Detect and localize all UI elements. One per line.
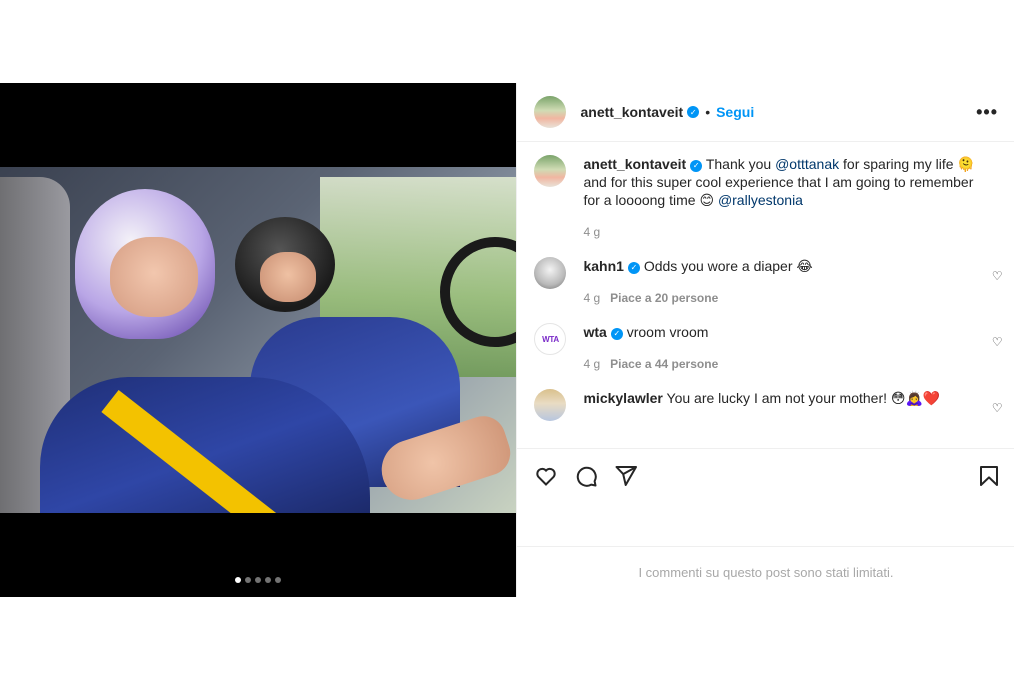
timestamp[interactable]: 4 g [583, 357, 600, 371]
share-icon[interactable] [613, 463, 639, 489]
comments-limited-notice: I commenti su questo post sono stati lim… [517, 546, 1014, 597]
comment-text: vroom vroom [626, 324, 709, 340]
timestamp[interactable]: 4 g [583, 291, 600, 305]
comment-likes[interactable]: Piace a 20 persone [610, 291, 718, 305]
avatar[interactable] [534, 257, 567, 289]
author-username[interactable]: anett_kontaveit [580, 104, 683, 120]
comments-list[interactable]: anett_kontaveit ✓ Thank you @otttanak for… [517, 142, 1014, 447]
carousel-dots [0, 577, 516, 583]
comment-item: mickylawler You are lucky I am not your … [517, 373, 1014, 421]
post-photo[interactable] [0, 167, 517, 513]
post-header: anett_kontaveit ✓ • Segui ••• [517, 83, 1014, 142]
heart-icon[interactable] [533, 463, 559, 489]
carousel-dot [245, 577, 252, 583]
bookmark-icon[interactable] [976, 463, 1002, 489]
comment-likes[interactable]: Piace a 44 persone [610, 357, 718, 371]
comment-username[interactable]: mickylawler [583, 390, 662, 406]
carousel-dot [275, 577, 282, 583]
caption: anett_kontaveit ✓ Thank you @otttanak for… [517, 142, 1014, 241]
avatar[interactable] [534, 389, 567, 421]
caption-username[interactable]: anett_kontaveit [583, 156, 686, 172]
comment-item: kahn1 ✓ Odds you wore a diaper 😂 4 g Piace… [517, 241, 1014, 307]
comment-icon[interactable] [573, 463, 599, 489]
verified-badge-icon: ✓ [610, 328, 623, 340]
avatar[interactable] [534, 96, 567, 128]
comment-username[interactable]: wta [583, 324, 606, 340]
post-media[interactable] [0, 83, 517, 597]
more-options-icon[interactable]: ••• [976, 102, 998, 123]
avatar[interactable] [534, 155, 567, 187]
driver-face [260, 252, 316, 302]
carousel-dot [265, 577, 272, 583]
verified-badge-icon: ✓ [690, 160, 703, 172]
comment-text: Odds you wore a diaper 😂 [643, 258, 813, 274]
carousel-dot [255, 577, 262, 583]
like-comment-heart-icon[interactable]: ♡ [992, 269, 1003, 283]
mention-link[interactable]: @otttanak [775, 156, 839, 172]
follow-button[interactable]: Segui [716, 104, 754, 120]
post-dialog: anett_kontaveit ✓ • Segui ••• anett_kont… [0, 83, 1014, 597]
mention-link[interactable]: @rallyestonia [718, 192, 803, 208]
comment-username[interactable]: kahn1 [583, 258, 623, 274]
post-sidebar: anett_kontaveit ✓ • Segui ••• anett_kont… [516, 83, 1014, 597]
wta-logo: WTA [542, 334, 559, 344]
avatar[interactable]: WTA [534, 323, 567, 355]
caption-text: Thank you [705, 156, 776, 172]
passenger-face [110, 237, 198, 317]
comment-item: WTA wta ✓ vroom vroom 4 g Piace a 44 perso… [517, 307, 1014, 373]
like-comment-heart-icon[interactable]: ♡ [992, 335, 1003, 349]
verified-badge-icon: ✓ [687, 106, 700, 118]
carousel-dot [235, 577, 242, 583]
like-comment-heart-icon[interactable]: ♡ [992, 401, 1003, 415]
timestamp[interactable]: 4 g [583, 225, 600, 239]
comment-text: You are lucky I am not your mother! 😳🙇‍♀… [666, 390, 941, 406]
verified-badge-icon: ✓ [627, 262, 640, 274]
action-bar [517, 448, 1014, 549]
separator: • [705, 104, 711, 120]
